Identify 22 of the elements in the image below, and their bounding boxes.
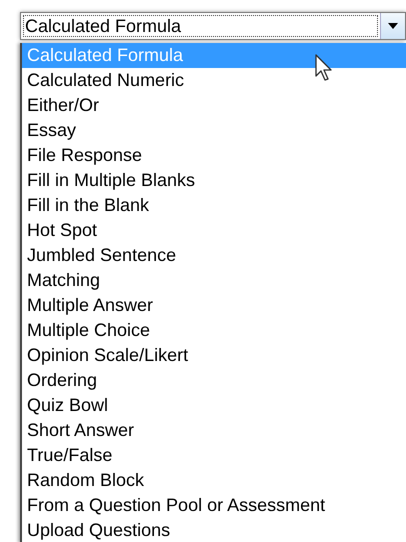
dropdown-option[interactable]: File Response [22,143,406,168]
dropdown-option[interactable]: Ordering [22,368,406,393]
dropdown-option[interactable]: Upload Questions [22,518,406,542]
dropdown-option[interactable]: Essay [22,118,406,143]
dropdown-option[interactable]: Jumbled Sentence [22,243,406,268]
dropdown-option[interactable]: Either/Or [22,93,406,118]
dropdown-option[interactable]: Calculated Numeric [22,68,406,93]
dropdown-option[interactable]: Matching [22,268,406,293]
dropdown-option[interactable]: Multiple Choice [22,318,406,343]
dropdown-option[interactable]: Fill in Multiple Blanks [22,168,406,193]
dropdown-option[interactable]: Short Answer [22,418,406,443]
dropdown-option[interactable]: From a Question Pool or Assessment [22,493,406,518]
dropdown-button[interactable] [380,13,405,39]
dropdown-option[interactable]: True/False [22,443,406,468]
caret-icon [388,23,398,29]
select-field[interactable]: Calculated Formula [20,12,406,40]
dropdown-option[interactable]: Fill in the Blank [22,193,406,218]
dropdown-option[interactable]: Opinion Scale/Likert [22,343,406,368]
dropdown-option[interactable]: Quiz Bowl [22,393,406,418]
dropdown-option[interactable]: Random Block [22,468,406,493]
dropdown-option[interactable]: Multiple Answer [22,293,406,318]
dropdown-option[interactable]: Hot Spot [22,218,406,243]
